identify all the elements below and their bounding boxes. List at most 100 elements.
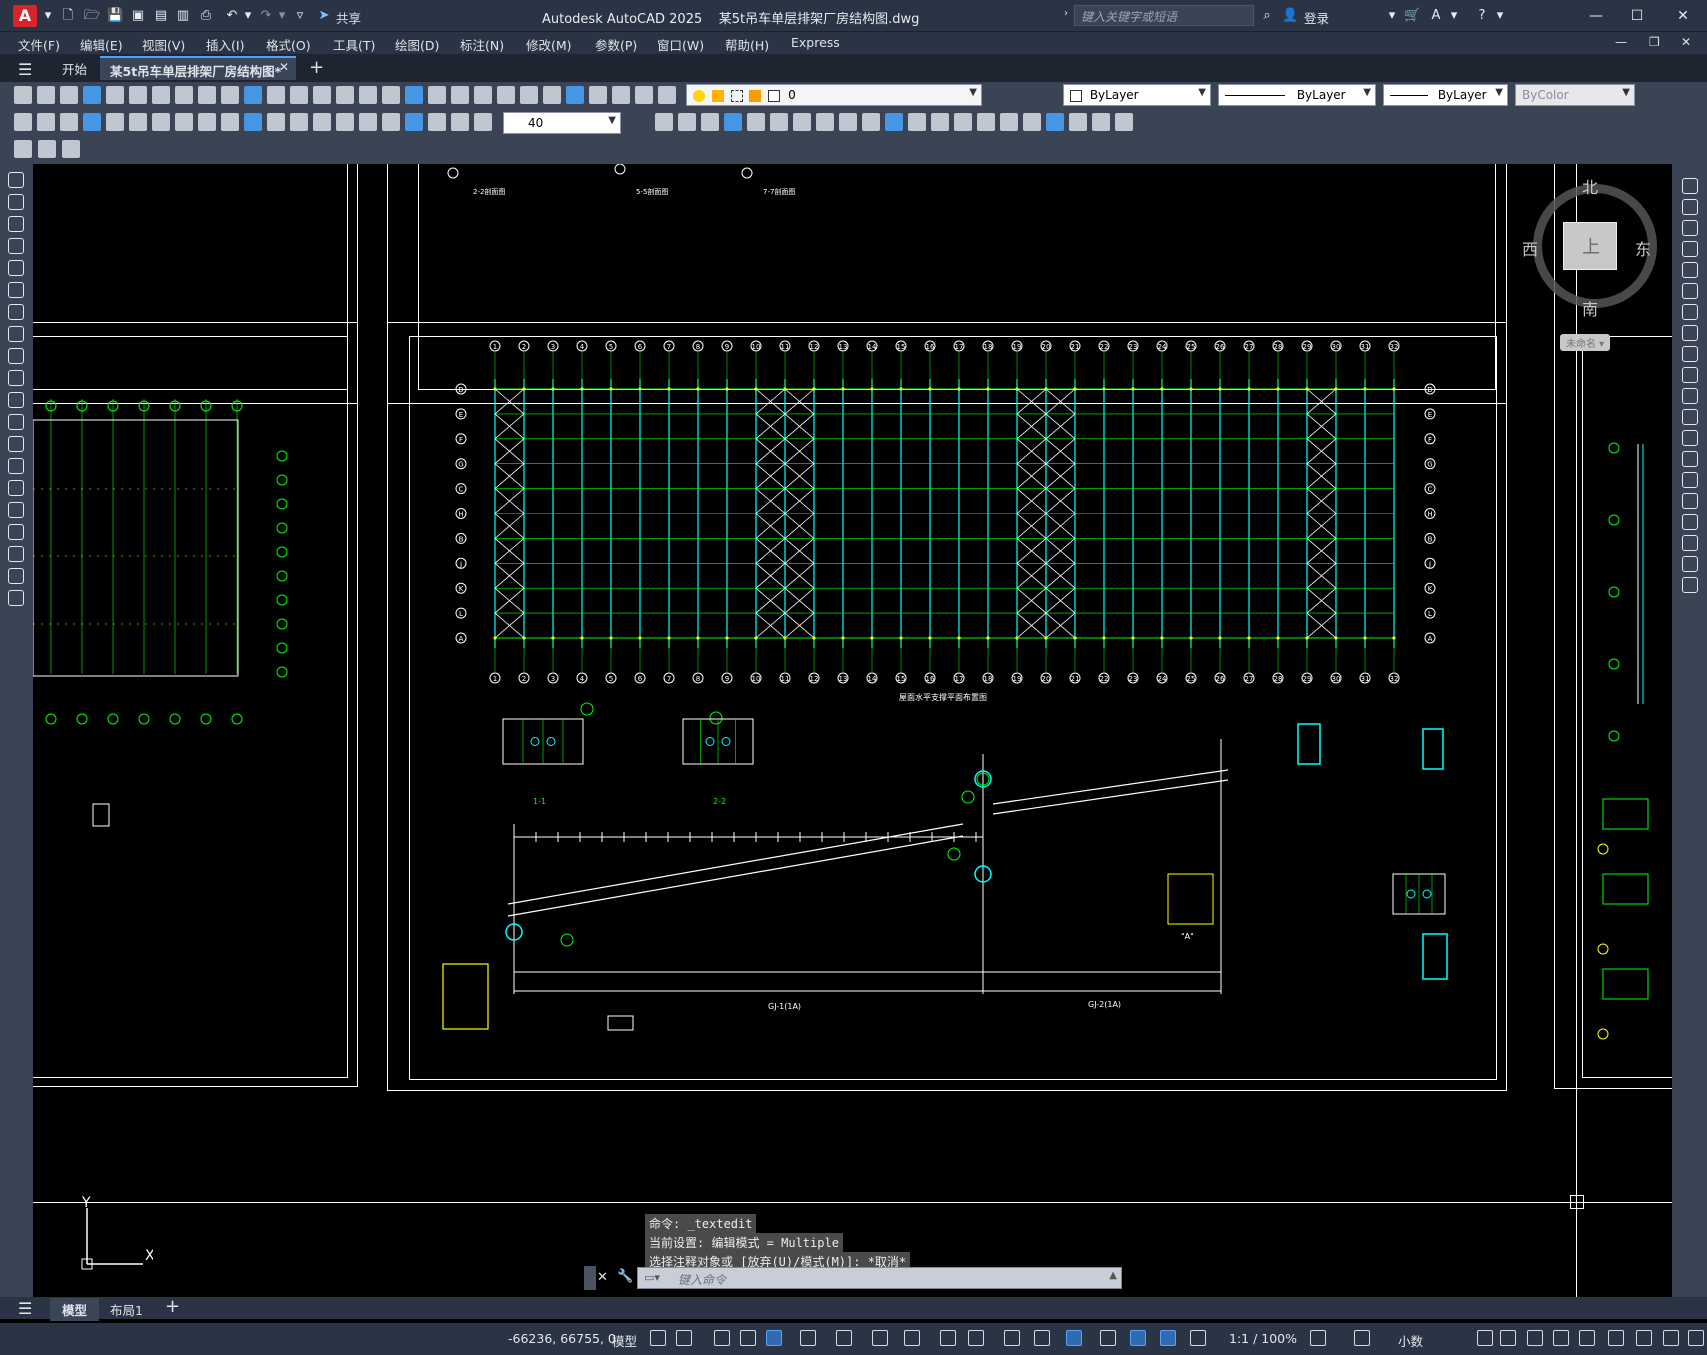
draw-tool-icon[interactable] xyxy=(8,282,24,298)
cart-icon[interactable]: 🛒 xyxy=(1404,8,1420,24)
command-customize-wrench-icon[interactable]: 🔧 xyxy=(617,1269,633,1284)
redo-icon[interactable]: ↷ xyxy=(258,8,274,24)
layer-dropdown[interactable]: 0 ▼ xyxy=(686,84,982,106)
share-button[interactable]: 共享 xyxy=(336,8,361,27)
command-grip[interactable] xyxy=(584,1266,596,1290)
view-tool-icon[interactable] xyxy=(1023,113,1041,131)
standard-tool-icon[interactable] xyxy=(612,86,630,104)
view-tool-icon[interactable] xyxy=(1069,113,1087,131)
standard-tool-icon[interactable] xyxy=(589,86,607,104)
standard-tool-icon[interactable] xyxy=(60,86,78,104)
color-dropdown[interactable]: ByLayer ▼ xyxy=(1063,84,1211,106)
standard-tool-icon[interactable] xyxy=(175,86,193,104)
login-button[interactable]: 登录 xyxy=(1304,8,1329,27)
dimension-tool-icon[interactable] xyxy=(290,113,308,131)
modify-tool-icon[interactable] xyxy=(1682,325,1698,341)
view-tool-icon[interactable] xyxy=(885,113,903,131)
command-close-icon[interactable]: ✕ xyxy=(597,1270,608,1285)
draw-tool-icon[interactable] xyxy=(8,370,24,386)
close-button[interactable]: ✕ xyxy=(1673,6,1693,26)
modify-tool-icon[interactable] xyxy=(1682,367,1698,383)
menu-help[interactable]: 帮助(H) xyxy=(725,35,769,54)
save-web-icon[interactable]: ▥ xyxy=(175,8,191,24)
plotstyle-dropdown[interactable]: ByColor ▼ xyxy=(1515,84,1635,106)
modify-tool-icon[interactable] xyxy=(1682,556,1698,572)
view-tool-icon[interactable] xyxy=(678,113,696,131)
autodesk-app-icon[interactable]: A xyxy=(1428,8,1444,24)
status-toggle-icon[interactable] xyxy=(872,1330,888,1346)
standard-tool-icon[interactable] xyxy=(658,86,676,104)
draw-tool-icon[interactable] xyxy=(8,172,24,188)
draw-tool-icon[interactable] xyxy=(8,590,24,606)
standard-tool-icon[interactable] xyxy=(129,86,147,104)
standard-tool-icon[interactable] xyxy=(37,86,55,104)
save-as-icon[interactable]: ▣ xyxy=(130,8,146,24)
wcs-menu[interactable]: 未命名 ▾ xyxy=(1560,334,1611,351)
maximize-button[interactable]: ☐ xyxy=(1627,6,1647,26)
app-dropdown-icon[interactable]: ▾ xyxy=(1446,8,1462,24)
search-icon[interactable]: ⌕ xyxy=(1259,8,1275,24)
view-tool-icon[interactable] xyxy=(1000,113,1018,131)
standard-tool-icon[interactable] xyxy=(543,86,561,104)
layout-menu-icon[interactable]: ☰ xyxy=(18,1299,32,1318)
view-tool-icon[interactable] xyxy=(701,113,719,131)
redo-dropdown-icon[interactable]: ▾ xyxy=(274,8,290,24)
draw-tool-icon[interactable] xyxy=(8,348,24,364)
menu-insert[interactable]: 插入(I) xyxy=(206,35,244,54)
view-tool-icon[interactable] xyxy=(954,113,972,131)
viewcube-top-face[interactable]: 上 xyxy=(1563,222,1617,270)
standard-tool-icon[interactable] xyxy=(313,86,331,104)
draw-tool-icon[interactable] xyxy=(8,524,24,540)
modify-tool-icon[interactable] xyxy=(1682,514,1698,530)
open-web-icon[interactable]: ▤ xyxy=(153,8,169,24)
modify-tool-icon[interactable] xyxy=(1682,241,1698,257)
menu-file[interactable]: 文件(F) xyxy=(18,35,60,54)
status-toggle-icon[interactable] xyxy=(940,1330,956,1346)
status-toggle-icon[interactable] xyxy=(714,1330,730,1346)
search-input[interactable]: 键入关键字或短语 xyxy=(1074,5,1254,26)
customize-quick-access-icon[interactable]: ▿ xyxy=(292,8,308,24)
autocad-logo-icon[interactable]: A xyxy=(13,5,37,27)
status-toggle-icon[interactable] xyxy=(1130,1330,1146,1346)
draw-tool-icon[interactable] xyxy=(8,458,24,474)
status-toggle-icon[interactable] xyxy=(1190,1330,1206,1346)
search-expand-icon[interactable]: › xyxy=(1064,8,1068,19)
status-toggle-icon[interactable] xyxy=(1100,1330,1116,1346)
draw-tool-icon[interactable] xyxy=(8,194,24,210)
view-tool-icon[interactable] xyxy=(862,113,880,131)
modify-tool-icon[interactable] xyxy=(1682,283,1698,299)
view-tool-icon[interactable] xyxy=(839,113,857,131)
open-folder-icon[interactable]: 🗁 xyxy=(84,8,100,24)
tab-start[interactable]: 开始 xyxy=(52,56,97,80)
status-toggle-icon[interactable] xyxy=(904,1330,920,1346)
annotation-scale[interactable]: 1:1 / 100% xyxy=(1229,1331,1297,1346)
status-toggle-icon[interactable] xyxy=(650,1330,666,1346)
standard-tool-icon[interactable] xyxy=(405,86,423,104)
menu-parametric[interactable]: 参数(P) xyxy=(595,35,637,54)
help-dropdown-icon[interactable]: ▾ xyxy=(1492,8,1508,24)
status-toggle-icon[interactable] xyxy=(1477,1330,1493,1346)
tab-model[interactable]: 模型 xyxy=(50,1298,100,1321)
text-height-dropdown[interactable]: 40 ▼ xyxy=(503,112,621,134)
app-menu-chevron-icon[interactable]: ▾ xyxy=(40,8,56,24)
new-file-icon[interactable]: 🗋 xyxy=(60,8,76,24)
menu-draw[interactable]: 绘图(D) xyxy=(395,35,439,54)
modify-tool-icon[interactable] xyxy=(1682,451,1698,467)
tab-active-drawing[interactable]: 某5t吊车单层排架厂房结构图* xyxy=(100,56,296,80)
doc-close-button[interactable]: ✕ xyxy=(1681,35,1691,49)
status-toggle-icon[interactable] xyxy=(1160,1330,1176,1346)
dimension-tool-icon[interactable] xyxy=(267,113,285,131)
status-toggle-icon[interactable] xyxy=(1636,1330,1652,1346)
status-toggle-icon[interactable] xyxy=(1310,1330,1326,1346)
modify-tool-icon[interactable] xyxy=(1682,577,1698,593)
status-toggle-icon[interactable] xyxy=(1354,1330,1370,1346)
draw-tool-icon[interactable] xyxy=(8,502,24,518)
dimension-tool-icon[interactable] xyxy=(336,113,354,131)
tab-close-icon[interactable]: ✕ xyxy=(279,60,289,74)
status-toggle-icon[interactable] xyxy=(1579,1330,1595,1346)
standard-tool-icon[interactable] xyxy=(497,86,515,104)
status-toggle-icon[interactable] xyxy=(968,1330,984,1346)
draw-tool-icon[interactable] xyxy=(8,216,24,232)
view-tool-icon[interactable] xyxy=(931,113,949,131)
draw-tool-icon[interactable] xyxy=(8,568,24,584)
